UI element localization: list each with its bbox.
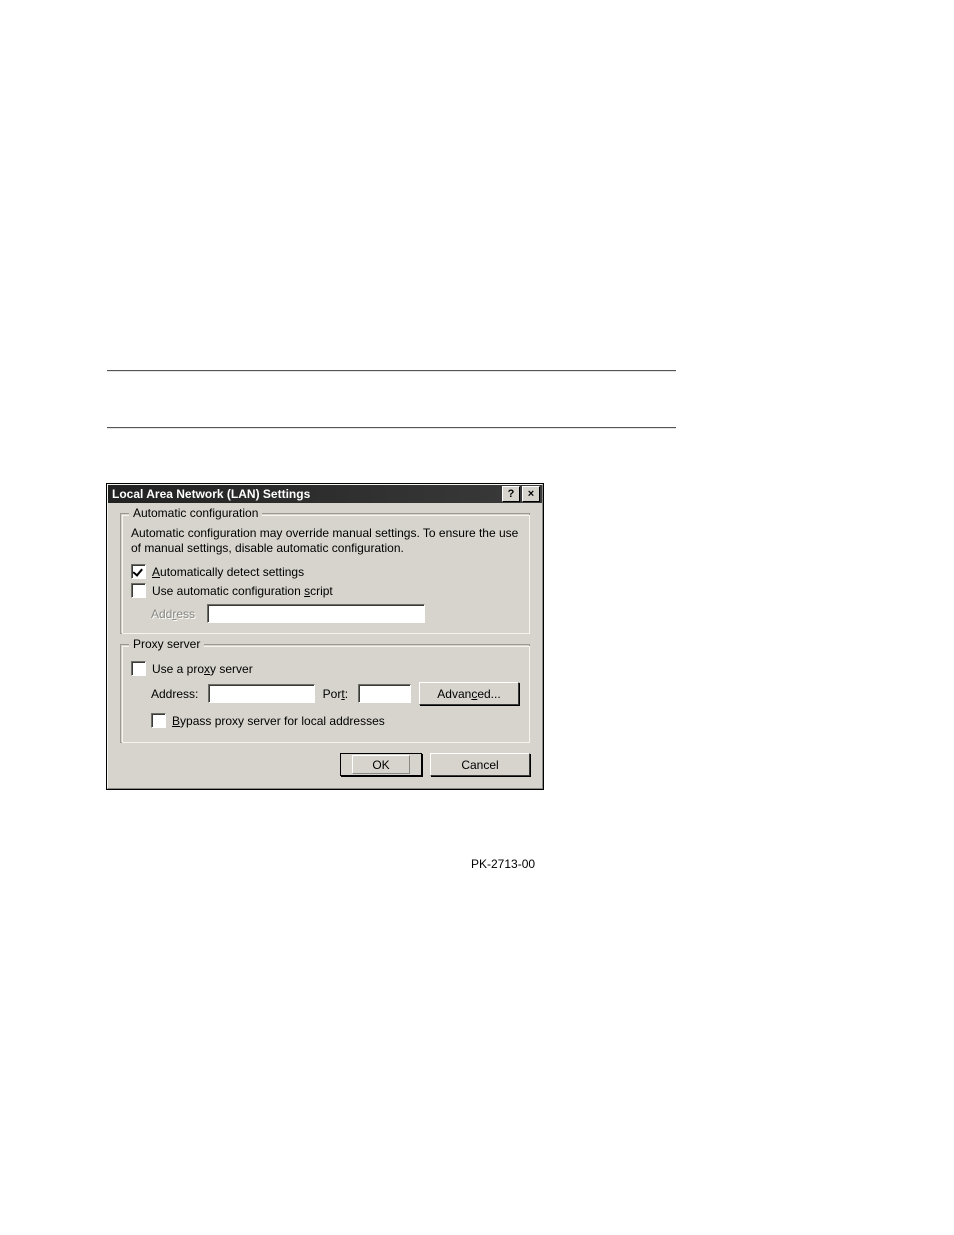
dialog-buttons: OK Cancel — [120, 753, 530, 776]
help-icon[interactable]: ? — [502, 486, 520, 502]
automatic-config-group: Automatic configuration Automatic config… — [120, 513, 530, 634]
auto-address-post: ess — [176, 607, 195, 621]
lan-settings-dialog: Local Area Network (LAN) Settings ? × Au… — [106, 483, 544, 790]
auto-script-label-pre: Use automatic configuration — [152, 584, 304, 598]
window-title: Local Area Network (LAN) Settings — [112, 485, 500, 503]
bypass-accesskey: B — [172, 714, 180, 728]
proxy-port-pre: Por — [323, 687, 342, 701]
page: Local Area Network (LAN) Settings ? × Au… — [0, 0, 954, 1235]
auto-detect-checkbox[interactable] — [131, 564, 146, 579]
proxy-server-group: Proxy server Use a proxy server Address:… — [120, 644, 530, 743]
close-icon[interactable]: × — [522, 486, 540, 502]
automatic-config-description: Automatic configuration may override man… — [131, 526, 519, 556]
use-proxy-label-post: y server — [210, 662, 253, 676]
proxy-fields-row: Address: Port: Advanced... — [151, 682, 519, 705]
proxy-address-label: Address: — [151, 687, 198, 701]
auto-detect-label-post: utomatically detect settings — [160, 565, 304, 579]
bypass-label-post: ypass proxy server for local addresses — [180, 714, 385, 728]
proxy-port-label: Port: — [323, 687, 348, 701]
auto-script-label-post: cript — [310, 584, 333, 598]
auto-detect-accesskey: A — [152, 565, 160, 579]
auto-script-address-label: Address — [151, 607, 207, 621]
figure-id: PK-2713-00 — [471, 857, 535, 871]
proxy-address-input[interactable] — [208, 684, 314, 703]
automatic-config-legend: Automatic configuration — [129, 506, 262, 520]
auto-script-address-row: Address — [151, 604, 519, 623]
titlebar[interactable]: Local Area Network (LAN) Settings ? × — [108, 485, 542, 503]
auto-address-pre: Add — [151, 607, 172, 621]
advanced-pre: Advan — [437, 687, 471, 701]
cancel-button[interactable]: Cancel — [430, 753, 530, 776]
auto-script-checkbox[interactable] — [131, 583, 146, 598]
proxy-server-legend: Proxy server — [129, 637, 204, 651]
auto-detect-label[interactable]: Automatically detect settings — [152, 565, 304, 579]
ok-button-label: OK — [352, 755, 410, 774]
proxy-port-input[interactable] — [358, 684, 411, 703]
advanced-post: ed... — [477, 687, 500, 701]
bypass-checkbox[interactable] — [151, 713, 166, 728]
advanced-button[interactable]: Advanced... — [419, 682, 519, 705]
use-proxy-label-pre: Use a pro — [152, 662, 204, 676]
bypass-row: Bypass proxy server for local addresses — [151, 713, 519, 728]
ok-button[interactable]: OK — [340, 753, 422, 776]
use-proxy-label[interactable]: Use a proxy server — [152, 662, 253, 676]
auto-script-row: Use automatic configuration script — [131, 583, 519, 598]
use-proxy-row: Use a proxy server — [131, 661, 519, 676]
bypass-label[interactable]: Bypass proxy server for local addresses — [172, 714, 385, 728]
auto-script-address-input[interactable] — [207, 604, 425, 623]
use-proxy-checkbox[interactable] — [131, 661, 146, 676]
auto-detect-row: Automatically detect settings — [131, 564, 519, 579]
separator-rule-1 — [107, 370, 676, 372]
proxy-port-post: : — [345, 687, 348, 701]
auto-script-label[interactable]: Use automatic configuration script — [152, 584, 333, 598]
separator-rule-2 — [107, 427, 676, 429]
